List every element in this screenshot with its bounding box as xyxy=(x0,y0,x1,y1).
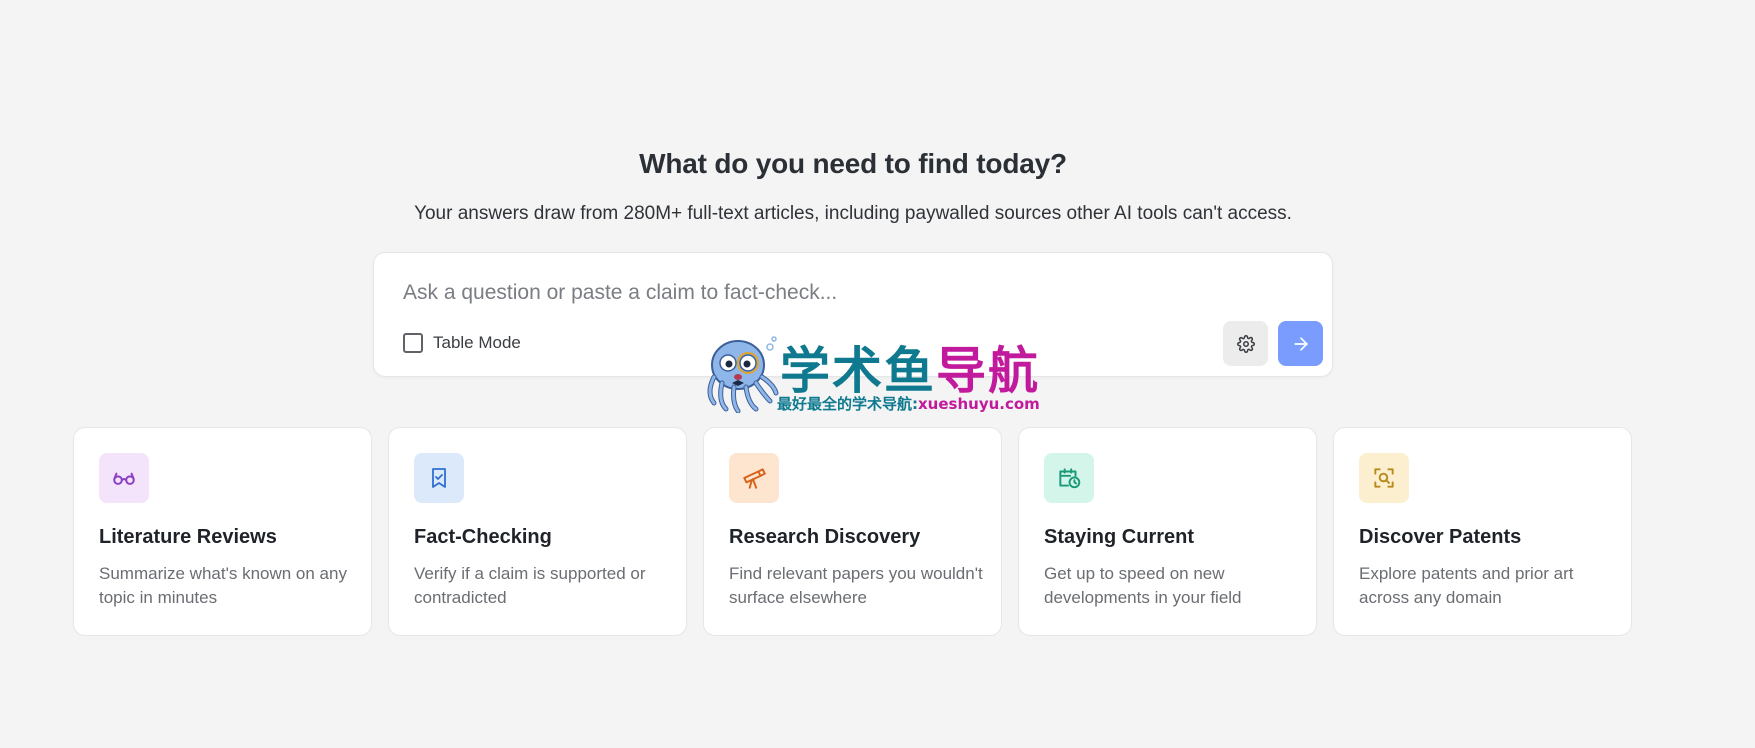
octopus-mascot-logo xyxy=(707,336,779,413)
card-staying-current[interactable]: Staying Current Get up to speed on new d… xyxy=(1018,427,1317,636)
arrow-right-icon xyxy=(1293,336,1308,351)
watermark-title-part2: 导航 xyxy=(936,342,1040,400)
gear-icon xyxy=(1236,334,1255,353)
card-title: Staying Current xyxy=(1044,526,1195,548)
calendar-clock-icon xyxy=(1059,468,1081,489)
page: What do you need to find today? Your ans… xyxy=(0,0,1755,748)
card-title: Research Discovery xyxy=(729,526,921,548)
telescope-icon xyxy=(743,468,766,489)
card-title: Discover Patents xyxy=(1359,526,1522,548)
card-description: Summarize what's known on any topic in m… xyxy=(99,564,347,607)
watermark-subtitle: 最好最全的学术导航:xueshuyu.com xyxy=(777,393,1040,414)
card-description: Explore patents and prior art across any… xyxy=(1359,564,1574,607)
card-literature-reviews[interactable]: Literature Reviews Summarize what's know… xyxy=(73,427,372,636)
card-research-discovery[interactable]: Research Discovery Find relevant papers … xyxy=(703,427,1002,636)
use-case-cards: Literature Reviews Summarize what's know… xyxy=(73,427,1634,636)
page-title: What do you need to find today? xyxy=(639,148,1067,179)
card-description: Verify if a claim is supported or contra… xyxy=(414,564,646,607)
table-mode-label: Table Mode xyxy=(433,333,521,352)
card-icon-tile xyxy=(1044,453,1094,503)
settings-button[interactable] xyxy=(1223,321,1268,366)
patent-search-icon xyxy=(1374,468,1394,488)
card-icon-tile xyxy=(99,453,149,503)
watermark: 学术鱼导航 最好最全的学术导航:xueshuyu.com xyxy=(700,331,1060,415)
card-icon-tile xyxy=(1359,453,1409,503)
watermark-title-part1: 学术鱼 xyxy=(780,342,936,400)
card-fact-checking[interactable]: Fact-Checking Verify if a claim is suppo… xyxy=(388,427,687,636)
card-discover-patents[interactable]: Discover Patents Explore patents and pri… xyxy=(1333,427,1632,636)
card-description: Find relevant papers you wouldn't surfac… xyxy=(729,564,983,607)
card-icon-tile xyxy=(414,453,464,503)
card-title: Fact-Checking xyxy=(414,526,552,548)
bookmark-check-icon xyxy=(432,468,446,488)
card-icon-tile xyxy=(729,453,779,503)
watermark-url: xueshuyu.com xyxy=(918,395,1040,413)
search-input[interactable] xyxy=(403,273,1283,313)
watermark-subtitle-text: 最好最全的学术导航: xyxy=(777,395,918,413)
glasses-icon xyxy=(113,472,135,485)
table-mode-checkbox[interactable] xyxy=(403,333,423,353)
table-mode-toggle[interactable]: Table Mode xyxy=(403,332,521,354)
card-description: Get up to speed on new developments in y… xyxy=(1044,564,1242,607)
submit-button[interactable] xyxy=(1278,321,1323,366)
page-subtitle: Your answers draw from 280M+ full-text a… xyxy=(414,203,1292,224)
card-title: Literature Reviews xyxy=(99,526,277,548)
